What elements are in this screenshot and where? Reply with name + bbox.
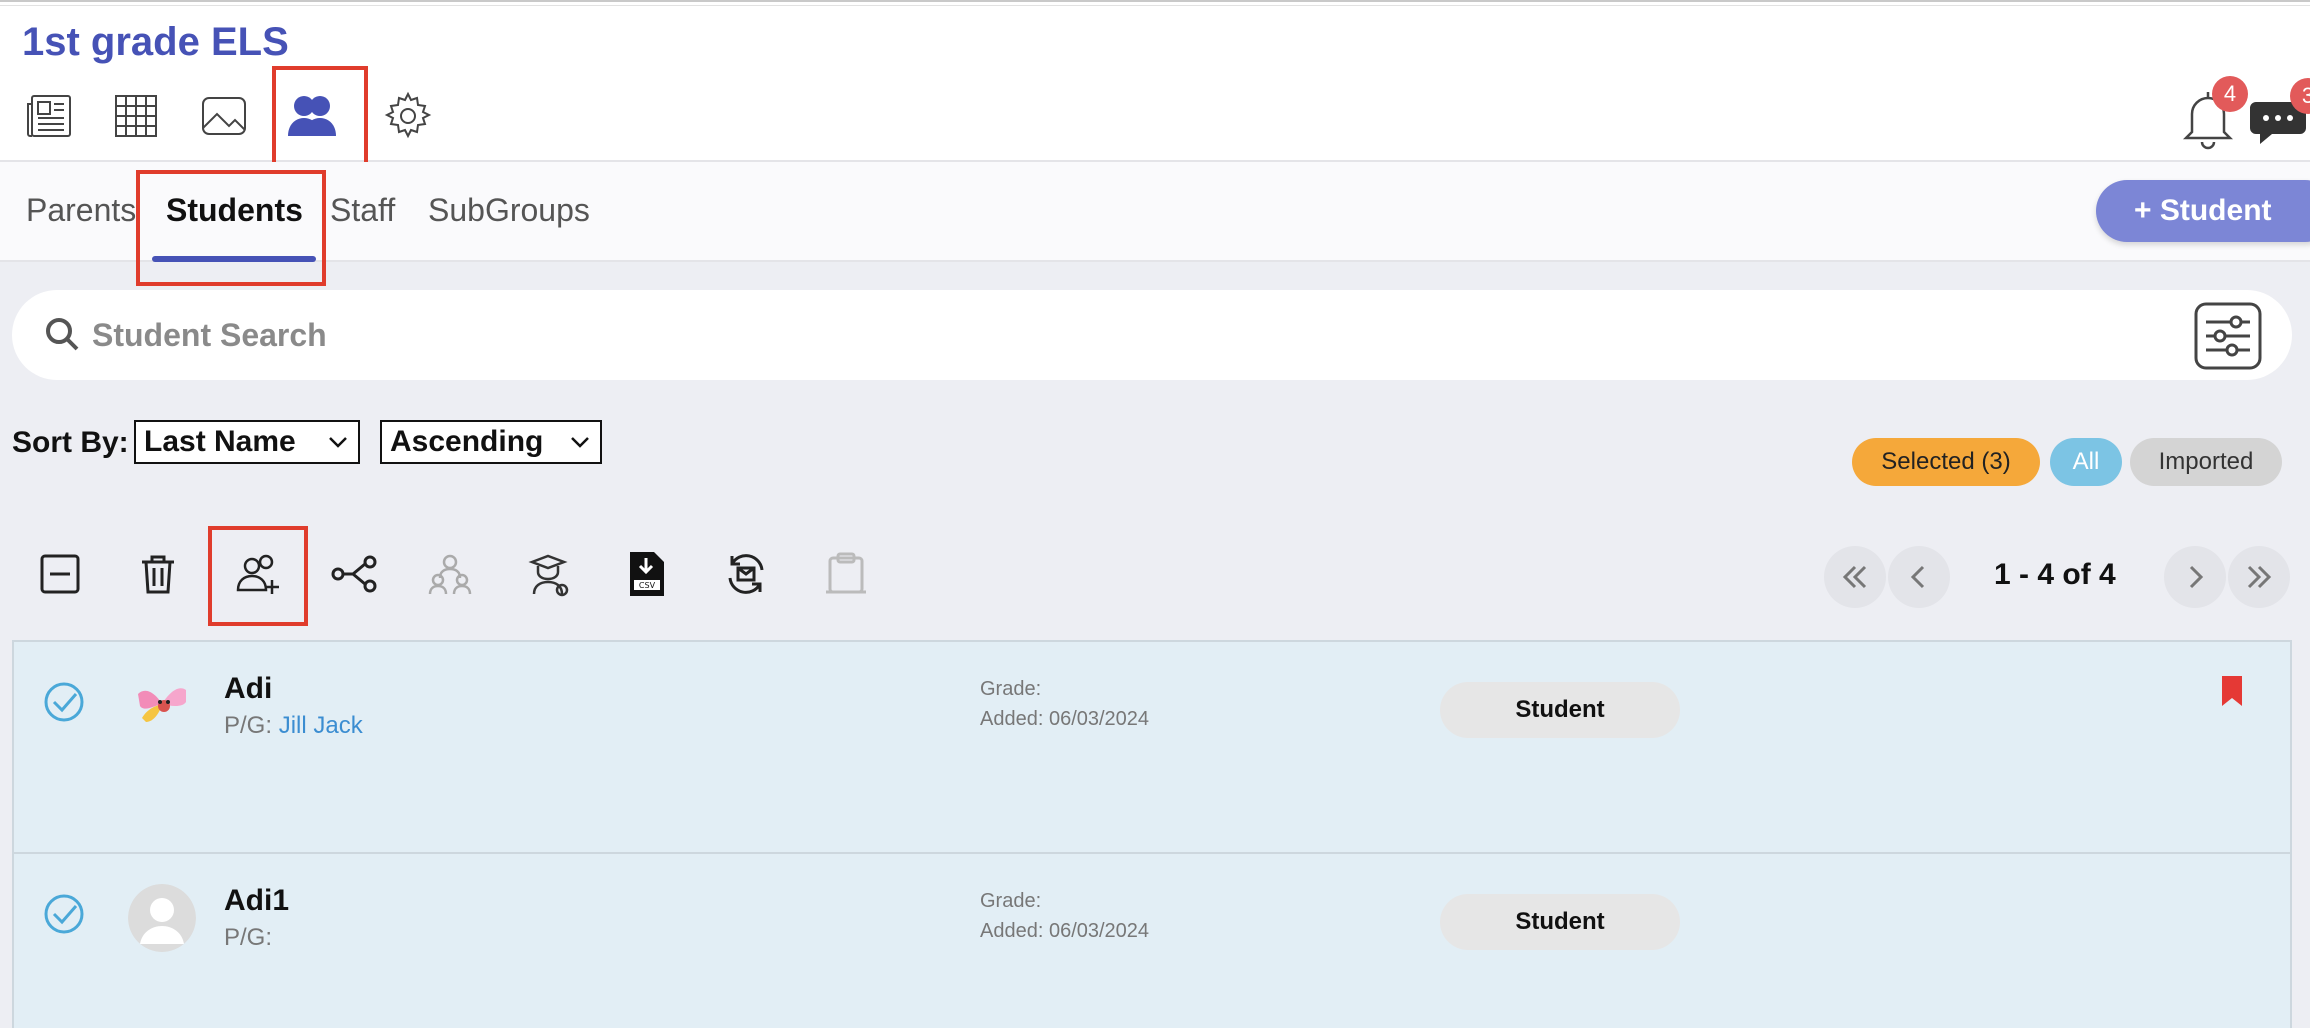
add-student-button[interactable]: + Student xyxy=(2096,180,2310,242)
role-badge: Student xyxy=(1440,894,1680,950)
student-name[interactable]: Adi xyxy=(224,672,272,706)
page-title: 1st grade ELS xyxy=(22,20,289,64)
next-page-icon xyxy=(2189,565,2204,589)
newsletter-icon[interactable] xyxy=(22,88,78,144)
prev-page-icon xyxy=(1910,565,1925,589)
sort-field-select[interactable]: Last Name xyxy=(134,420,360,464)
table-row[interactable]: Adi P/G: Jill Jack Grade: Added: 06/03/2… xyxy=(12,640,2292,852)
people-tabs: Parents Students Staff SubGroups xyxy=(0,162,2310,262)
filter-sliders-icon[interactable] xyxy=(2192,300,2264,372)
sort-order-select[interactable]: Ascending xyxy=(380,420,602,464)
sort-field-value: Last Name xyxy=(144,425,296,458)
first-page-icon xyxy=(1842,565,1867,589)
app-header: 1st grade ELS 4 3 xyxy=(0,6,2310,170)
checkmark-icon[interactable] xyxy=(42,892,86,936)
sync-email-icon[interactable] xyxy=(718,546,774,602)
calendar-grid-icon[interactable] xyxy=(108,88,164,144)
chevron-down-icon xyxy=(571,437,589,448)
added-date: Added: 06/03/2024 xyxy=(980,708,1150,730)
parent-guardian-label: P/G: xyxy=(224,924,273,951)
sort-label: Sort By: xyxy=(12,426,129,459)
checkmark-icon[interactable] xyxy=(42,680,86,724)
group-users-icon[interactable] xyxy=(422,546,478,602)
tab-parents[interactable]: Parents xyxy=(26,192,136,229)
search-icon xyxy=(46,318,79,351)
svg-text:CSV: CSV xyxy=(639,581,656,590)
graduate-icon[interactable] xyxy=(520,546,576,602)
parent-guardian-label: P/G: xyxy=(224,712,273,739)
csv-download-icon[interactable]: CSV xyxy=(618,546,674,602)
first-page-button[interactable] xyxy=(1824,546,1886,608)
connect-icon[interactable] xyxy=(326,546,382,602)
grade-label: Grade: xyxy=(980,890,1042,912)
image-icon[interactable] xyxy=(196,88,252,144)
table-row[interactable]: Adi1 P/G: Grade: Added: 06/03/2024 Stude… xyxy=(12,852,2292,1028)
trash-icon[interactable] xyxy=(130,546,186,602)
add-user-highlight xyxy=(208,526,308,626)
prev-page-button[interactable] xyxy=(1888,546,1950,608)
pagination-text: 1 - 4 of 4 xyxy=(1994,558,2116,591)
parent-guardian-link[interactable]: Jill Jack xyxy=(279,712,363,739)
people-icon-highlight xyxy=(272,66,368,170)
grade-label: Grade: xyxy=(980,678,1042,700)
last-page-icon xyxy=(2247,565,2272,589)
imported-filter-pill[interactable]: Imported xyxy=(2130,438,2282,486)
clipboard-icon[interactable] xyxy=(818,546,874,602)
parent-guardian: P/G: xyxy=(224,924,272,952)
parent-guardian: P/G: Jill Jack xyxy=(224,712,363,740)
avatar xyxy=(128,672,196,740)
student-name[interactable]: Adi1 xyxy=(224,884,289,918)
search-input[interactable] xyxy=(92,308,1892,362)
next-page-button[interactable] xyxy=(2164,546,2226,608)
avatar xyxy=(128,884,196,952)
sort-order-value: Ascending xyxy=(390,425,544,458)
deselect-icon[interactable] xyxy=(32,546,88,602)
all-filter-pill[interactable]: All xyxy=(2050,438,2122,486)
students-tab-highlight xyxy=(136,170,326,286)
gear-icon[interactable] xyxy=(380,88,436,144)
role-badge: Student xyxy=(1440,682,1680,738)
tab-staff[interactable]: Staff xyxy=(330,192,395,229)
search-bar xyxy=(12,290,2292,380)
tab-subgroups[interactable]: SubGroups xyxy=(428,192,590,229)
chevron-down-icon xyxy=(329,437,347,448)
notification-count-badge: 4 xyxy=(2212,76,2248,112)
bookmark-icon[interactable] xyxy=(2220,674,2244,708)
selected-filter-pill[interactable]: Selected (3) xyxy=(1852,438,2040,486)
last-page-button[interactable] xyxy=(2228,546,2290,608)
added-date: Added: 06/03/2024 xyxy=(980,920,1150,942)
